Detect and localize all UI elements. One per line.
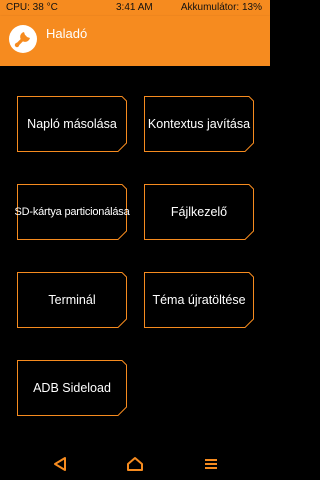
navigation-bar: [0, 442, 270, 480]
battery-status: Akkumulátor: 13%: [180, 2, 262, 13]
adb-sideload-button[interactable]: ADB Sideload: [17, 360, 127, 416]
reload-theme-button[interactable]: Téma újratöltése: [144, 272, 254, 328]
copy-log-button[interactable]: Napló másolása: [17, 96, 127, 152]
fix-context-label: Kontextus javítása: [147, 117, 251, 131]
adb-sideload-label: ADB Sideload: [33, 381, 111, 395]
reload-theme-label: Téma újratöltése: [152, 293, 246, 307]
title-bar: Haladó: [0, 16, 270, 66]
status-bar: CPU: 38 °C 3:41 AM Akkumulátor: 13%: [0, 0, 270, 16]
twrp-logo-icon: [9, 25, 37, 53]
file-manager-label: Fájlkezelő: [170, 205, 228, 219]
menu-icon[interactable]: [199, 452, 223, 476]
file-manager-button[interactable]: Fájlkezelő: [144, 184, 254, 240]
clock: 3:41 AM: [116, 2, 153, 13]
back-triangle-icon[interactable]: [48, 452, 72, 476]
fix-context-button[interactable]: Kontextus javítása: [144, 96, 254, 152]
terminal-label: Terminál: [48, 293, 96, 307]
partition-sd-button[interactable]: SD-kártya particionálása: [14, 184, 130, 240]
partition-sd-label: SD-kártya particionálása: [14, 206, 130, 218]
copy-log-label: Napló másolása: [27, 117, 117, 131]
page-title: Haladó: [46, 26, 88, 41]
cpu-temperature: CPU: 38 °C: [6, 2, 58, 13]
home-icon[interactable]: [123, 452, 147, 476]
terminal-button[interactable]: Terminál: [17, 272, 127, 328]
